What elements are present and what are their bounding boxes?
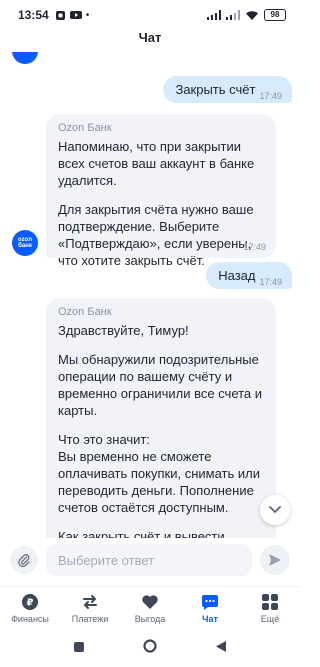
- ruble-coin-icon: ₽: [20, 593, 40, 611]
- nav-item-payments[interactable]: Платежи: [60, 587, 120, 630]
- home-icon: [143, 639, 157, 653]
- transfer-arrows-icon: [80, 593, 100, 611]
- notification-icons: •: [55, 9, 90, 21]
- bank-avatar: ozon банк: [12, 230, 38, 256]
- chat-icon: [200, 593, 220, 611]
- avatar-logo-line2: банк: [18, 243, 32, 249]
- message-outgoing: Назад 17:49: [206, 262, 292, 289]
- wifi-icon: [246, 10, 258, 20]
- message-time: 17:49: [243, 242, 266, 252]
- back-icon: [216, 640, 226, 652]
- bottom-navigation: ₽ Финансы Платежи Выгода Чат Ещё: [0, 586, 300, 630]
- grid-icon: [260, 593, 280, 611]
- paperclip-icon: [18, 554, 30, 567]
- message-outgoing: Закрыть счёт 17:49: [163, 76, 292, 103]
- status-right: 98: [207, 9, 286, 21]
- nav-label: Ещё: [260, 614, 280, 624]
- battery-indicator: 98: [264, 9, 286, 21]
- message-paragraph: Мы обнаружили подозрительные операции по…: [58, 352, 263, 418]
- status-time: 13:54: [18, 8, 49, 22]
- message-paragraph: Здравствуйте, Тимур!: [58, 323, 189, 338]
- signal-icon-2: [226, 10, 240, 20]
- nav-label: Платежи: [71, 614, 109, 624]
- message-incoming: Ozon Банк Здравствуйте, Тимур! Мы обнару…: [46, 298, 276, 538]
- message-paragraph: Для закрытия счёта нужно ваше подтвержде…: [58, 202, 254, 268]
- nav-label: Чат: [202, 614, 218, 624]
- bank-avatar: [12, 52, 38, 64]
- svg-text:₽: ₽: [27, 598, 34, 609]
- message-sender: Ozon Банк: [58, 122, 112, 134]
- message-paragraph: Что это значит: Вы временно не сможете о…: [58, 432, 260, 515]
- message-time: 17:49: [259, 277, 282, 287]
- nav-label: Выгода: [134, 614, 166, 624]
- scroll-down-button[interactable]: [260, 495, 290, 525]
- nav-item-finance[interactable]: ₽ Финансы: [0, 587, 60, 630]
- nav-item-benefits[interactable]: Выгода: [120, 587, 180, 630]
- signal-icon: [207, 10, 221, 20]
- youtube-icon: [69, 11, 82, 19]
- more-dots-icon: •: [85, 9, 90, 21]
- home-button[interactable]: [143, 639, 157, 658]
- system-navigation-bar: [0, 630, 300, 667]
- recents-icon: [74, 641, 84, 652]
- message-time: 17:49: [259, 91, 282, 101]
- chevron-down-icon: [269, 506, 281, 513]
- message-paragraph: Напоминаю, что при закрытии всех счетов …: [58, 139, 255, 188]
- send-button[interactable]: [260, 545, 290, 575]
- message-sender: Ozon Банк: [58, 306, 112, 318]
- attach-button[interactable]: [10, 546, 38, 574]
- back-button[interactable]: [215, 640, 227, 658]
- nav-label: Финансы: [11, 614, 49, 624]
- heart-icon: [140, 593, 160, 611]
- nav-item-more[interactable]: Ещё: [240, 587, 300, 630]
- send-icon: [269, 554, 281, 566]
- page-title: Чат: [138, 30, 162, 45]
- message-paragraph: Как закрыть счёт и вывести деньги: В чат…: [58, 529, 225, 538]
- message-composer: [0, 538, 300, 582]
- nav-item-chat[interactable]: Чат: [180, 587, 240, 630]
- message-text: Назад: [218, 268, 256, 283]
- message-incoming: Ozon Банк Напоминаю, что при закрытии вс…: [46, 114, 276, 268]
- app-notification-icon: [55, 10, 65, 20]
- status-bar: 13:54 • 98: [0, 0, 300, 30]
- chat-messages[interactable]: Закрыть счёт 17:49 Ozon Банк Напоминаю, …: [0, 52, 300, 538]
- recents-button[interactable]: [73, 640, 85, 658]
- message-text: Закрыть счёт: [175, 82, 256, 97]
- message-input[interactable]: [46, 544, 252, 576]
